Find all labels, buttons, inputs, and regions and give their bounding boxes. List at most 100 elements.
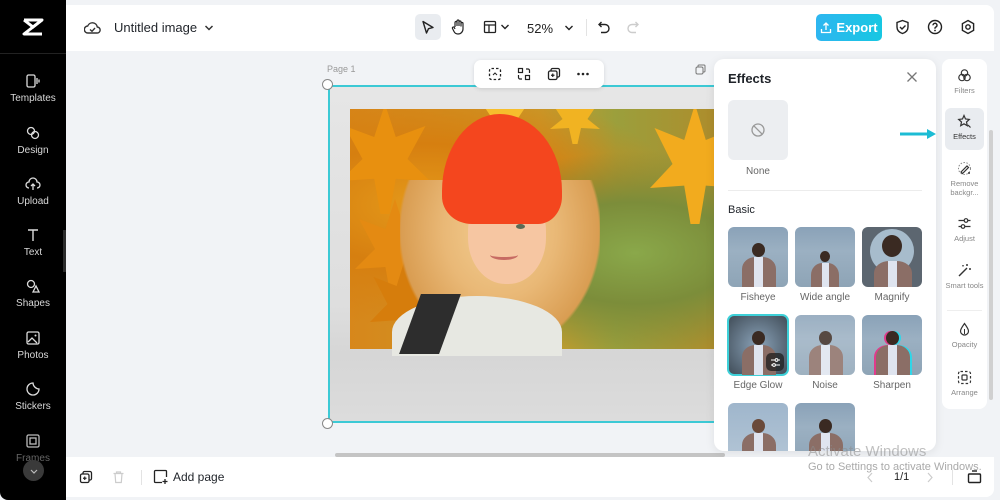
- export-icon: [821, 21, 832, 33]
- sidebar-item-label: Stickers: [15, 401, 51, 412]
- sidebar-item-templates[interactable]: Templates: [0, 73, 66, 104]
- right-rail-scrollbar[interactable]: [989, 130, 993, 400]
- resize-handle-bottom-left[interactable]: [322, 418, 333, 429]
- rail-divider: [947, 310, 982, 311]
- rail-item-adjust[interactable]: Adjust: [945, 216, 984, 243]
- effect-label: Noise: [812, 380, 838, 391]
- help-button[interactable]: [925, 17, 945, 37]
- chevron-down-icon[interactable]: [204, 24, 214, 32]
- document-title[interactable]: Untitled image: [114, 20, 197, 35]
- frames-icon: [26, 434, 40, 448]
- effect-none-option[interactable]: [728, 100, 788, 160]
- floating-toolbar: [474, 60, 604, 88]
- rail-item-label: Opacity: [951, 340, 978, 349]
- add-page-icon: [153, 469, 168, 484]
- effect-label: Sharpen: [873, 380, 911, 391]
- effect-none-label: None: [746, 166, 770, 177]
- resize-handle-top-left[interactable]: [322, 79, 333, 90]
- sliders-icon: [770, 357, 780, 367]
- rail-item-label: Arrange: [951, 388, 978, 397]
- shield-button[interactable]: [892, 17, 912, 37]
- sidebar-item-label: Shapes: [16, 298, 50, 309]
- duplicate-icon[interactable]: [547, 67, 561, 81]
- section-basic-heading: Basic: [728, 204, 755, 216]
- effect-thumb-noise[interactable]: [795, 315, 855, 375]
- undo-button[interactable]: [593, 16, 615, 38]
- upload-icon: [25, 177, 41, 190]
- next-page-icon[interactable]: [926, 472, 934, 483]
- redo-button[interactable]: [622, 16, 644, 38]
- sidebar-item-label: Upload: [17, 196, 49, 207]
- effect-thumb-sharpen[interactable]: [862, 315, 922, 375]
- help-icon: [927, 19, 943, 35]
- effect-thumb-fisheye[interactable]: [728, 227, 788, 287]
- more-options-icon[interactable]: [576, 67, 590, 81]
- photo-subject-eye: [516, 224, 525, 229]
- sidebar-item-label: Design: [17, 145, 49, 156]
- annotation-arrow-icon: [900, 129, 936, 139]
- settings-button[interactable]: [958, 17, 978, 37]
- opacity-drop-icon: [959, 322, 970, 336]
- zoom-level[interactable]: 52%: [527, 21, 553, 36]
- duplicate-page-icon[interactable]: [79, 470, 93, 484]
- chevron-down-icon: [30, 469, 37, 474]
- add-page-label: Add page: [173, 469, 225, 484]
- effect-thumb[interactable]: [728, 403, 788, 451]
- zoom-dropdown-chevron-icon[interactable]: [564, 24, 574, 32]
- select-tool-button[interactable]: [415, 14, 441, 40]
- hand-icon: [451, 19, 464, 35]
- add-page-button[interactable]: Add page: [153, 469, 224, 484]
- hand-tool-button[interactable]: [445, 14, 471, 40]
- chevron-down-icon: [500, 24, 509, 30]
- effect-label: Wide angle: [799, 292, 851, 303]
- close-icon[interactable]: [906, 71, 918, 83]
- rail-item-effects[interactable]: Effects: [945, 108, 984, 150]
- duplicate-page-icon[interactable]: [695, 64, 706, 75]
- activate-windows-subtext: Go to Settings to activate Windows.: [808, 461, 982, 473]
- effects-icon: [957, 114, 971, 128]
- stickers-icon: [26, 382, 40, 396]
- layout-dropdown-button[interactable]: [479, 14, 513, 40]
- capcut-logo[interactable]: [0, 0, 66, 54]
- trash-icon[interactable]: [112, 470, 125, 484]
- shield-check-icon: [895, 19, 909, 35]
- export-button[interactable]: Export: [816, 14, 882, 41]
- bottom-divider: [141, 470, 142, 485]
- effect-thumb-wide-angle[interactable]: [795, 227, 855, 287]
- effect-label: Fisheye: [740, 292, 776, 303]
- remove-background-icon: [958, 162, 971, 175]
- rail-item-arrange[interactable]: Arrange: [945, 370, 984, 397]
- sidebar-item-stickers[interactable]: Stickers: [0, 381, 66, 412]
- cloud-saved-icon[interactable]: [84, 20, 101, 35]
- page-label: Page 1: [327, 64, 356, 74]
- sidebar-item-label: Templates: [10, 93, 56, 104]
- rail-item-remove-background[interactable]: Remove backgr...: [945, 161, 984, 197]
- sidebar-item-design[interactable]: Design: [0, 125, 66, 156]
- rail-item-opacity[interactable]: Opacity: [945, 322, 984, 349]
- sidebar-item-text[interactable]: Text: [0, 227, 66, 258]
- sidebar-item-label: Photos: [17, 350, 49, 361]
- undo-icon: [598, 21, 610, 34]
- previous-page-icon[interactable]: [866, 472, 874, 483]
- sidebar-item-photos[interactable]: Photos: [0, 330, 66, 361]
- replace-icon[interactable]: [517, 67, 531, 81]
- sidebar-more-button[interactable]: [23, 460, 44, 481]
- effect-adjust-button[interactable]: [766, 353, 784, 371]
- effect-thumb-edge-glow[interactable]: [727, 314, 789, 376]
- photos-icon: [26, 331, 40, 345]
- rail-item-label: Smart tools: [945, 281, 984, 290]
- activate-windows-watermark: Activate Windows: [808, 443, 927, 460]
- left-sidebar: Templates Design Upload Text Shapes Phot…: [0, 0, 66, 500]
- rail-item-smart-tools[interactable]: Smart tools: [945, 263, 984, 290]
- settings-icon: [961, 19, 975, 35]
- sidebar-item-shapes[interactable]: Shapes: [0, 278, 66, 309]
- effect-thumb-magnify[interactable]: [862, 227, 922, 287]
- panel-divider: [728, 190, 922, 191]
- crop-select-icon[interactable]: [488, 67, 502, 81]
- sidebar-item-upload[interactable]: Upload: [0, 176, 66, 207]
- pointer-icon: [422, 20, 434, 34]
- toolbar-divider: [586, 19, 587, 36]
- rail-item-filters[interactable]: Filters: [945, 68, 984, 95]
- redo-icon: [627, 21, 639, 34]
- effect-label: Magnify: [874, 292, 910, 303]
